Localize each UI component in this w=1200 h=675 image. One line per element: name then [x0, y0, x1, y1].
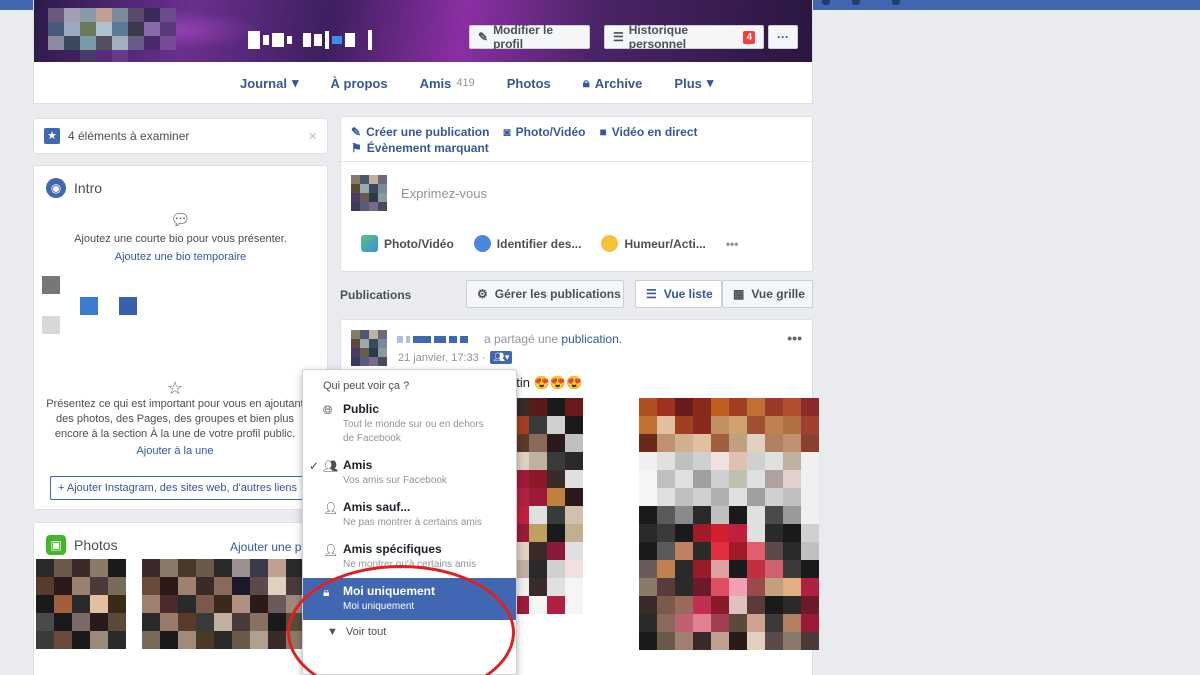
photo-thumbnail-2[interactable] [142, 559, 304, 649]
photo-icon [361, 235, 378, 252]
featured-placeholder [42, 276, 152, 336]
review-items-text: 4 éléments à examiner [68, 129, 190, 143]
star-outline-icon: ☆ [166, 378, 184, 398]
speech-bubble-icon: 💬︎ [170, 212, 191, 229]
checkmark-icon: ✓ [309, 459, 320, 473]
pencil-icon: ✎ [351, 125, 362, 139]
tab-journal[interactable]: Journal ▾ [224, 66, 315, 100]
tab-archive[interactable]: 🔒︎ Archive [567, 66, 659, 100]
add-featured-link[interactable]: Ajouter à la une [44, 442, 306, 460]
post-meta: a partagé une publication. [484, 332, 623, 346]
pencil-icon: ✎ [478, 30, 489, 44]
tab-more[interactable]: Plus ▾ [658, 66, 729, 100]
activity-log-label: Historique personnel [628, 23, 689, 51]
chevron-down-icon: ▾ [706, 75, 714, 90]
friends-count: 419 [456, 77, 475, 89]
privacy-option-public[interactable]: 🌐︎ Public Tout le monde sur ou en dehors… [303, 396, 516, 452]
activity-log-button[interactable]: ☰ Historique personnel 4 [604, 23, 764, 51]
privacy-option-friends[interactable]: ✓ 👥︎ Amis Vos amis sur Facebook [303, 452, 516, 494]
photos-title: Photos [74, 537, 118, 553]
photo-video-tab[interactable]: ◙ Photo/Vidéo [503, 125, 585, 139]
bio-prompt: Ajoutez une courte bio pour vous présent… [74, 233, 287, 245]
photo-video-action[interactable]: Photo/Vidéo [361, 235, 454, 252]
star-icon: ★ [44, 128, 60, 144]
edit-profile-label: Modifier le profil [493, 23, 554, 51]
grid-view-button[interactable]: ▦ Vue grille [722, 280, 813, 308]
activity-count-badge: 4 [743, 30, 755, 44]
shared-post-link[interactable]: publication. [561, 332, 622, 346]
avatar [351, 175, 387, 211]
feeling-action[interactable]: Humeur/Acti... [601, 235, 706, 252]
avatar[interactable] [351, 330, 387, 366]
camera-icon: ◙ [503, 125, 511, 139]
manage-posts-button[interactable]: ⚙ Gérer les publications [466, 280, 624, 308]
list-icon: ☰ [646, 287, 657, 301]
triangle-down-icon: ▼ [327, 626, 338, 638]
profile-name-pixelated[interactable] [248, 30, 372, 50]
globe-icon: ◉ [46, 178, 66, 198]
profile-picture-pixelated[interactable] [48, 8, 176, 62]
gear-icon: ⚙ [477, 287, 488, 301]
post-body-text: ntin 😍😍😍 [509, 375, 583, 390]
flag-icon: ⚑ [351, 141, 362, 155]
post-options-icon[interactable]: ••• [787, 330, 802, 346]
help-icon[interactable] [892, 0, 900, 5]
tag-person-icon [473, 235, 491, 252]
photo-thumbnail-1[interactable] [36, 559, 126, 649]
profile-header: ✎ Modifier le profil ☰ Historique person… [33, 0, 813, 104]
post-author-pixelated[interactable] [397, 336, 468, 343]
tab-friends[interactable]: Amis 419 [404, 66, 491, 100]
post-timestamp-link[interactable]: 21 janvier, 17:33 · [398, 352, 485, 364]
more-actions-icon[interactable]: ••• [726, 237, 739, 251]
shared-image-left[interactable] [511, 398, 583, 614]
life-event-tab[interactable]: ⚑ Évènement marquant [351, 141, 489, 155]
person-minus-icon: 👤︎ [323, 501, 339, 515]
audience-selector-button[interactable]: 👥︎▾ [490, 351, 513, 364]
grid-icon: ▦ [733, 287, 745, 301]
privacy-option-specific-friends[interactable]: 👤︎ Amis spécifiques Ne montrer qu'à cert… [303, 536, 516, 578]
tab-about[interactable]: À propos [315, 66, 404, 100]
more-options-button[interactable]: ··· [768, 25, 798, 49]
notifications-icon[interactable] [852, 0, 860, 5]
intro-title: Intro [74, 180, 103, 196]
person-icon: 👤︎ [323, 543, 339, 557]
lock-icon: 🔒︎ [582, 75, 590, 90]
menu-heading: Qui peut voir ça ? [323, 380, 410, 392]
close-icon[interactable]: × [308, 128, 317, 145]
privacy-option-friends-except[interactable]: 👤︎ Amis sauf... Ne pas montrer à certain… [303, 494, 516, 536]
list-icon: ☰ [613, 30, 624, 44]
more-dots-icon: ··· [777, 30, 789, 44]
add-links-button[interactable]: + Ajouter Instagram, des sites web, d'au… [50, 476, 315, 500]
live-video-tab[interactable]: ■ Vidéo en direct [599, 125, 697, 139]
photos-card: ▣ Photos Ajouter une photo [33, 522, 328, 675]
create-post-tab[interactable]: ✎ Créer une publication [351, 125, 489, 139]
privacy-option-only-me[interactable]: 🔒︎ Moi uniquement Moi uniquement [303, 578, 516, 620]
chevron-down-icon: ▾ [291, 75, 299, 90]
smiley-icon [601, 235, 619, 252]
publications-label: Publications [340, 288, 412, 302]
temporary-bio-link[interactable]: Ajoutez une bio temporaire [34, 248, 327, 266]
profile-tabs: Journal ▾ À propos Amis 419 Photos 🔒︎ Archi… [224, 66, 729, 100]
post-date: 21 janvier, 17:33 · 👥︎▾ [398, 351, 513, 364]
audience-dropdown-menu: Qui peut voir ça ? 🌐︎ Public Tout le mon… [302, 369, 517, 675]
see-all-option[interactable]: ▼ Voir tout [303, 620, 516, 638]
status-input[interactable]: Exprimez-vous [401, 186, 487, 201]
tag-friends-action[interactable]: Identifier des... [473, 235, 581, 252]
featured-description: Présentez ce qui est important pour vous… [46, 398, 304, 440]
photos-icon: ▣ [46, 535, 66, 555]
tab-photos[interactable]: Photos [491, 66, 567, 100]
messages-icon[interactable] [822, 0, 830, 5]
review-items-notice[interactable]: ★ 4 éléments à examiner × [33, 118, 328, 154]
intro-card: ◉ Intro 💬︎ Ajoutez une courte bio pour v… [33, 165, 328, 510]
list-view-button[interactable]: ☰ Vue liste [635, 280, 722, 308]
lock-icon: 🔒︎ [323, 585, 330, 599]
edit-profile-button[interactable]: ✎ Modifier le profil [469, 23, 590, 51]
friends-icon: 👥︎ [323, 459, 339, 473]
video-camera-icon: ■ [599, 125, 607, 139]
globe-icon: 🌐︎ [323, 403, 333, 417]
post-composer: ✎ Créer une publication ◙ Photo/Vidéo ■ Vid… [340, 116, 813, 272]
publications-toolbar: Publications ⚙ Gérer les publications ☰ Vu… [340, 280, 813, 310]
shared-image-right[interactable] [639, 398, 819, 650]
